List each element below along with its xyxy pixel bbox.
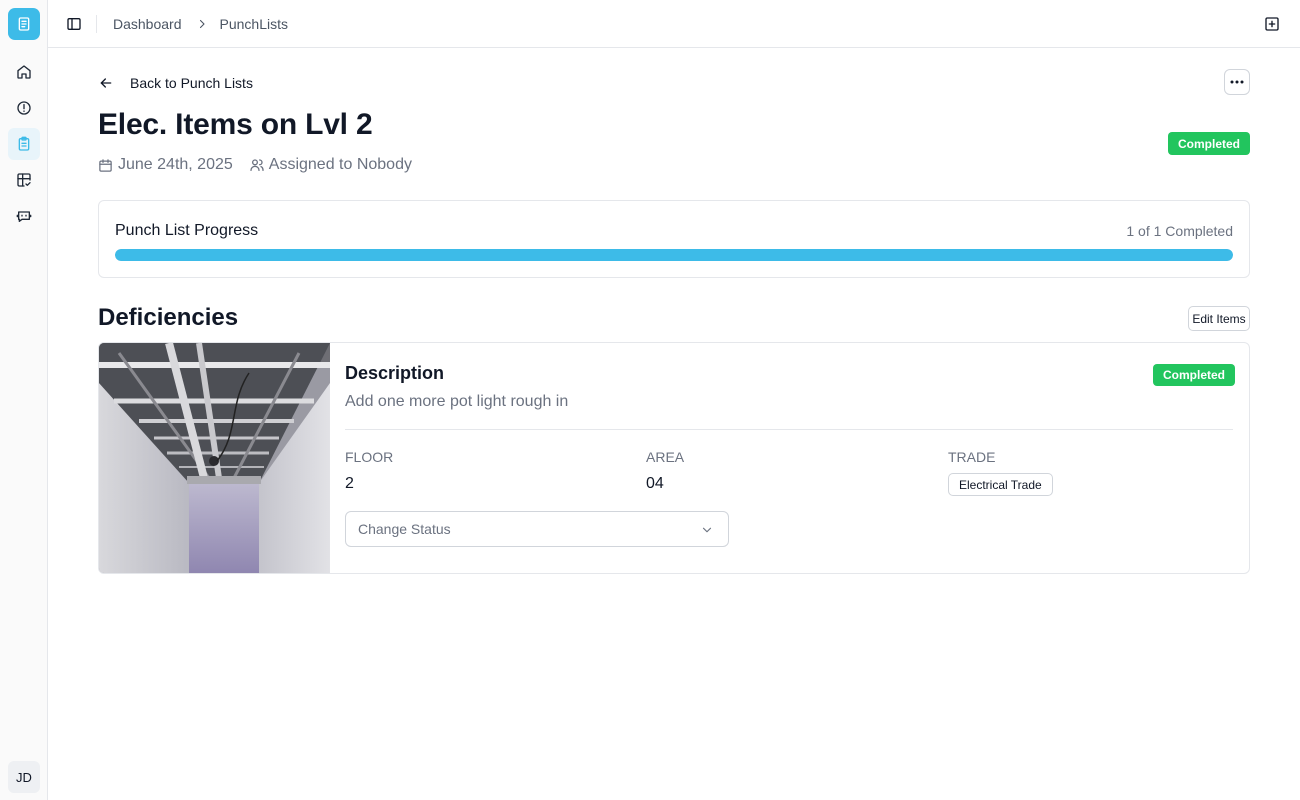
item-status-badge: Completed bbox=[1153, 364, 1235, 386]
description-label: Description bbox=[345, 363, 445, 383]
nav-assistant[interactable] bbox=[8, 200, 40, 232]
topbar: Dashboard PunchLists bbox=[48, 0, 1300, 48]
area-label: AREA bbox=[646, 449, 685, 465]
home-icon bbox=[17, 65, 31, 79]
area-value: 04 bbox=[646, 475, 664, 492]
deficiency-details: Description Completed Add one more pot l… bbox=[345, 343, 1235, 573]
section-title-deficiencies: Deficiencies bbox=[98, 304, 239, 331]
progress-title: Punch List Progress bbox=[115, 222, 259, 239]
chevron-right-icon bbox=[196, 18, 208, 30]
floor-value: 2 bbox=[345, 475, 354, 492]
user-avatar[interactable]: JD bbox=[8, 761, 40, 793]
edit-items-button[interactable]: Edit Items bbox=[1188, 306, 1250, 331]
deficiency-photo[interactable] bbox=[99, 343, 330, 574]
panel-left-icon bbox=[67, 18, 81, 30]
breadcrumb-dashboard[interactable]: Dashboard bbox=[113, 16, 182, 32]
page-meta: June 24th, 2025 Assigned to Nobody bbox=[98, 154, 428, 176]
assignee-meta: Assigned to Nobody bbox=[249, 156, 412, 174]
description-text: Add one more pot light rough in bbox=[345, 393, 569, 410]
trade-chip: Electrical Trade bbox=[948, 473, 1053, 496]
users-icon bbox=[249, 157, 265, 173]
assignee-text: Assigned to Nobody bbox=[268, 156, 412, 173]
progress-card: Punch List Progress 1 of 1 Completed bbox=[98, 200, 1250, 278]
sidebar: JD bbox=[0, 0, 48, 800]
progress-count: 1 of 1 Completed bbox=[1126, 223, 1233, 239]
alert-circle-icon bbox=[17, 101, 31, 115]
progress-bar-fill bbox=[115, 249, 1233, 261]
clipboard-icon bbox=[18, 17, 30, 31]
nav-punchlists[interactable] bbox=[8, 128, 40, 160]
breadcrumb: Dashboard PunchLists bbox=[113, 0, 288, 48]
details-divider bbox=[345, 429, 1233, 430]
chevron-down-icon bbox=[700, 523, 714, 537]
status-badge: Completed bbox=[1168, 132, 1250, 155]
layout-check-icon bbox=[17, 173, 31, 187]
topbar-divider bbox=[96, 15, 97, 33]
back-link-label: Back to Punch Lists bbox=[130, 75, 253, 91]
breadcrumb-punchlists[interactable]: PunchLists bbox=[220, 16, 288, 32]
date-text: June 24th, 2025 bbox=[118, 156, 233, 173]
date-meta: June 24th, 2025 bbox=[98, 156, 233, 174]
trade-label: TRADE bbox=[948, 449, 996, 465]
sidebar-toggle-button[interactable] bbox=[64, 14, 84, 34]
more-options-button[interactable] bbox=[1224, 69, 1250, 95]
nav-issues[interactable] bbox=[8, 92, 40, 124]
bot-icon bbox=[16, 211, 32, 222]
page-title: Elec. Items on Lvl 2 bbox=[98, 108, 373, 141]
change-status-select[interactable]: Change Status bbox=[345, 511, 729, 547]
change-status-placeholder: Change Status bbox=[358, 521, 451, 537]
new-item-button[interactable] bbox=[1262, 14, 1282, 34]
nav-boards[interactable] bbox=[8, 164, 40, 196]
arrow-left-icon bbox=[98, 75, 114, 91]
nav-home[interactable] bbox=[8, 56, 40, 88]
deficiency-card[interactable]: Description Completed Add one more pot l… bbox=[98, 342, 1250, 574]
calendar-icon bbox=[98, 157, 114, 173]
back-link[interactable]: Back to Punch Lists bbox=[98, 72, 253, 94]
progress-bar bbox=[115, 249, 1233, 261]
clipboard-list-icon bbox=[18, 136, 30, 151]
more-horizontal-icon bbox=[1230, 80, 1244, 84]
square-plus-icon bbox=[1265, 17, 1279, 31]
floor-label: FLOOR bbox=[345, 449, 394, 465]
app-logo[interactable] bbox=[8, 8, 40, 40]
